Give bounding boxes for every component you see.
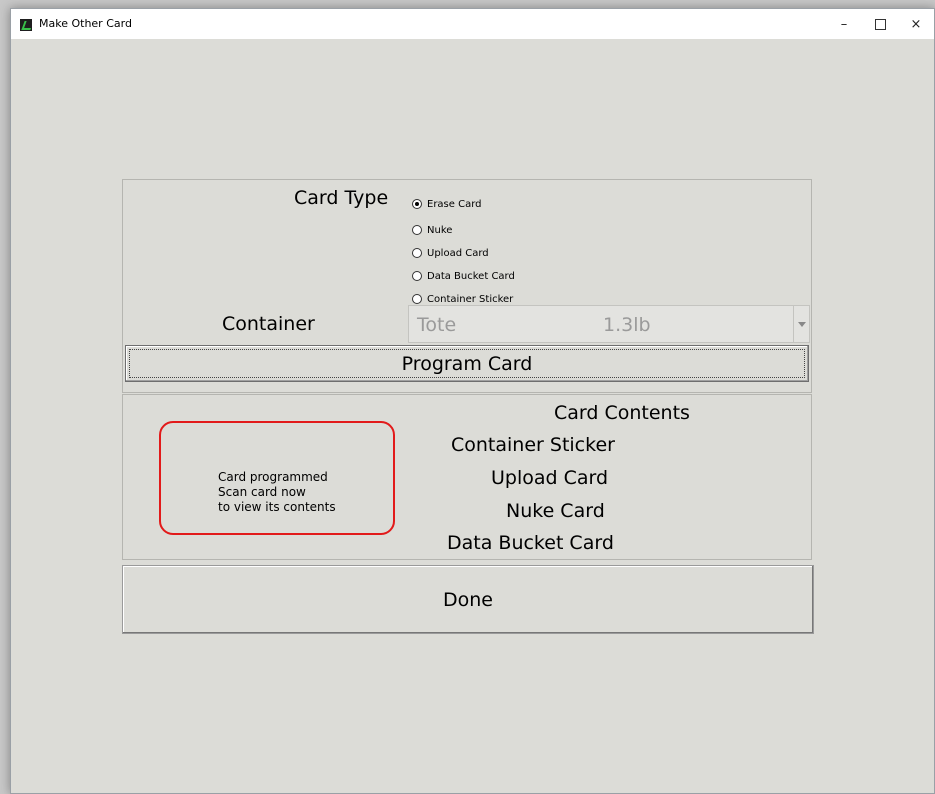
app-icon (20, 19, 32, 31)
radio-label: Nuke (427, 224, 453, 236)
card-contents-line: Upload Card (491, 467, 609, 489)
radio-label: Upload Card (427, 247, 489, 259)
radio-label: Container Sticker (427, 293, 514, 305)
close-button[interactable]: × (898, 9, 934, 39)
radio-button-icon[interactable] (412, 199, 422, 209)
status-message-line: to view its contents (218, 500, 336, 514)
status-message-line: Scan card now (218, 485, 306, 499)
maximize-icon (874, 18, 886, 30)
card-contents-line: Nuke Card (506, 500, 605, 522)
card-contents-title: Card Contents (554, 402, 690, 424)
radio-label: Data Bucket Card (427, 270, 515, 282)
radio-erase-card[interactable]: Erase Card (412, 195, 482, 213)
radio-nuke[interactable]: Nuke (412, 221, 452, 239)
container-name-value: Tote (417, 314, 457, 336)
window-title: Make Other Card (39, 17, 132, 30)
chevron-down-icon[interactable] (793, 306, 809, 342)
container-weight-value: 1.3lb (603, 314, 651, 336)
done-button[interactable]: Done (122, 565, 814, 634)
radio-button-icon[interactable] (412, 294, 422, 304)
radio-button-icon[interactable] (412, 248, 422, 258)
title-bar: Make Other Card – × (11, 9, 934, 39)
minimize-button[interactable]: – (826, 9, 862, 39)
radio-button-icon[interactable] (412, 225, 422, 235)
maximize-button[interactable] (862, 9, 898, 39)
status-message-line: Card programmed (218, 470, 328, 484)
radio-button-icon[interactable] (412, 271, 422, 281)
card-contents-line: Data Bucket Card (447, 532, 614, 554)
program-card-button[interactable]: Program Card (125, 345, 809, 382)
radio-data-bucket-card[interactable]: Data Bucket Card (412, 267, 515, 285)
card-type-label: Card Type (294, 187, 389, 209)
card-contents-line: Container Sticker (451, 434, 615, 456)
container-select[interactable]: Tote 1.3lb (408, 305, 810, 343)
radio-label: Erase Card (427, 198, 482, 210)
container-label: Container (222, 313, 315, 335)
radio-upload-card[interactable]: Upload Card (412, 244, 489, 262)
